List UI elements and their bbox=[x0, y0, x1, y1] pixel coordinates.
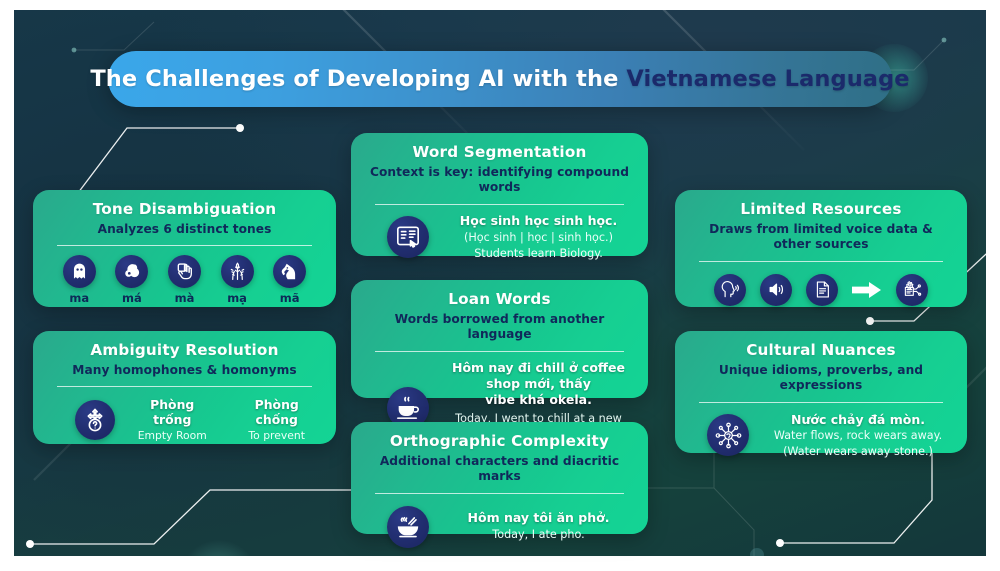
tone-label: ma bbox=[69, 291, 90, 306]
speaking-head-icon bbox=[714, 273, 746, 306]
network-nodes-icon bbox=[707, 414, 749, 457]
example-row: Học sinh học sinh học. (Học sinh | học |… bbox=[365, 213, 634, 262]
homophone-vietnamese: Phòng trống bbox=[150, 397, 195, 428]
cheek-icon bbox=[115, 255, 149, 289]
text-select-icon bbox=[387, 215, 429, 258]
example-vietnamese: Nước chảy đá mòn. bbox=[791, 411, 925, 427]
tone-list: ma má mà mạ mã bbox=[47, 255, 322, 305]
card-header: Cultural Nuances Unique idioms, proverbs… bbox=[689, 341, 953, 394]
tone-item[interactable]: mạ bbox=[220, 255, 254, 306]
card-title: Ambiguity Resolution bbox=[90, 341, 279, 359]
page-title-highlight: Vietnamese Language bbox=[626, 66, 910, 92]
card-header: Tone Disambiguation Analyzes 6 distinct … bbox=[47, 200, 322, 237]
card-cultural-nuances[interactable]: Cultural Nuances Unique idioms, proverbs… bbox=[675, 331, 967, 458]
divider bbox=[699, 401, 943, 403]
data-processing-icon bbox=[896, 273, 928, 306]
card-title: Word Segmentation bbox=[412, 143, 587, 161]
tone-label: má bbox=[122, 291, 142, 306]
tone-label: mạ bbox=[227, 291, 247, 306]
divider bbox=[375, 203, 624, 205]
ghost-icon bbox=[62, 255, 96, 289]
card-limited-resources[interactable]: Limited Resources Draws from limited voi… bbox=[675, 190, 967, 307]
card-subtitle: Analyzes 6 distinct tones bbox=[97, 222, 272, 236]
tone-label: mã bbox=[279, 291, 300, 306]
card-subtitle: Many homophones & homonyms bbox=[72, 363, 297, 377]
example-row: Nước chảy đá mòn. Water flows, rock wear… bbox=[689, 412, 953, 460]
card-header: Word Segmentation Context is key: identi… bbox=[365, 143, 634, 196]
example-segmentation: (Học sinh | học | sinh học.) bbox=[464, 230, 613, 244]
tone-item[interactable]: má bbox=[115, 255, 149, 306]
example-english-line1: Water flows, rock wears away. bbox=[773, 428, 943, 442]
speaker-volume-icon bbox=[760, 273, 792, 306]
example-text: Hôm nay tôi ăn phở. Today, I ate pho. bbox=[443, 510, 634, 542]
divider bbox=[699, 260, 943, 262]
pointing-hand-icon bbox=[167, 255, 201, 289]
example-english: Students learn Biology. bbox=[474, 246, 603, 260]
page-title-prefix: The Challenges of Developing AI with the bbox=[90, 66, 627, 92]
question-crossroads-icon bbox=[75, 399, 115, 440]
card-tone-disambiguation[interactable]: Tone Disambiguation Analyzes 6 distinct … bbox=[33, 190, 336, 307]
card-title: Loan Words bbox=[448, 290, 551, 308]
example-english-line2: (Water wears away stone.) bbox=[783, 444, 933, 458]
divider bbox=[375, 350, 624, 352]
card-header: Orthographic Complexity Additional chara… bbox=[365, 432, 634, 485]
divider bbox=[375, 492, 624, 494]
infographic-canvas: The Challenges of Developing AI with the… bbox=[0, 0, 1000, 571]
homophone-vietnamese: Phòng chống bbox=[254, 397, 299, 428]
example-vietnamese: Hôm nay tôi ăn phở. bbox=[467, 510, 610, 526]
example-row: Hôm nay tôi ăn phở. Today, I ate pho. bbox=[365, 505, 634, 548]
horse-icon bbox=[273, 255, 307, 289]
card-subtitle: Additional characters and diacritic mark… bbox=[379, 454, 620, 484]
example-vietnamese: Hôm nay đi chill ở coffee shop mới, thấy… bbox=[443, 360, 634, 409]
homophone-english: Empty Room bbox=[137, 429, 207, 443]
rice-seedling-icon bbox=[220, 255, 254, 289]
resource-icon-row bbox=[689, 273, 953, 306]
tone-label: mà bbox=[174, 291, 195, 306]
card-title: Limited Resources bbox=[740, 200, 902, 218]
page-title: The Challenges of Developing AI with the… bbox=[90, 66, 909, 92]
example-text: Học sinh học sinh học. (Học sinh | học |… bbox=[443, 213, 634, 262]
tone-item[interactable]: mã bbox=[273, 255, 307, 306]
example-text: Nước chảy đá mòn. Water flows, rock wear… bbox=[763, 412, 953, 460]
card-title: Tone Disambiguation bbox=[92, 200, 277, 218]
arrow-right-icon bbox=[852, 281, 882, 299]
homophone-english: To prevent bbox=[248, 429, 306, 443]
document-lines-icon bbox=[806, 273, 838, 306]
example-vietnamese-line2: vibe khá okela. bbox=[485, 392, 592, 407]
page-title-banner: The Challenges of Developing AI with the… bbox=[90, 51, 910, 107]
card-title: Orthographic Complexity bbox=[389, 432, 610, 450]
card-ambiguity-resolution[interactable]: Ambiguity Resolution Many homophones & h… bbox=[33, 331, 336, 444]
homophone-pair: Phòng chống To prevent bbox=[231, 397, 322, 442]
card-subtitle: Unique idioms, proverbs, and expressions bbox=[718, 363, 924, 393]
card-subtitle: Draws from limited voice data & other so… bbox=[709, 222, 933, 252]
card-header: Limited Resources Draws from limited voi… bbox=[689, 200, 953, 253]
card-subtitle: Words borrowed from another language bbox=[394, 312, 605, 342]
example-vietnamese: Học sinh học sinh học. bbox=[459, 212, 618, 228]
divider bbox=[57, 386, 312, 388]
card-title: Cultural Nuances bbox=[746, 341, 896, 359]
card-subtitle: Context is key: identifying compound wor… bbox=[370, 165, 629, 195]
card-word-segmentation[interactable]: Word Segmentation Context is key: identi… bbox=[351, 133, 648, 260]
card-header: Loan Words Words borrowed from another l… bbox=[365, 290, 634, 343]
card-header: Ambiguity Resolution Many homophones & h… bbox=[47, 341, 322, 378]
card-loan-words[interactable]: Loan Words Words borrowed from another l… bbox=[351, 280, 648, 455]
card-orthographic-complexity[interactable]: Orthographic Complexity Additional chara… bbox=[351, 422, 648, 548]
divider bbox=[57, 245, 312, 247]
tone-item[interactable]: mà bbox=[167, 255, 201, 306]
example-vietnamese-line1: Hôm nay đi chill ở coffee shop mới, thấy bbox=[452, 359, 625, 391]
pho-bowl-icon bbox=[387, 505, 429, 548]
tone-item[interactable]: ma bbox=[62, 255, 96, 306]
ambiguity-example-row: Phòng trống Empty Room Phòng chống To pr… bbox=[47, 397, 322, 442]
homophone-pair: Phòng trống Empty Room bbox=[129, 397, 215, 442]
example-english: Today, I ate pho. bbox=[492, 527, 585, 541]
homophone-pairs: Phòng trống Empty Room Phòng chống To pr… bbox=[129, 397, 322, 442]
